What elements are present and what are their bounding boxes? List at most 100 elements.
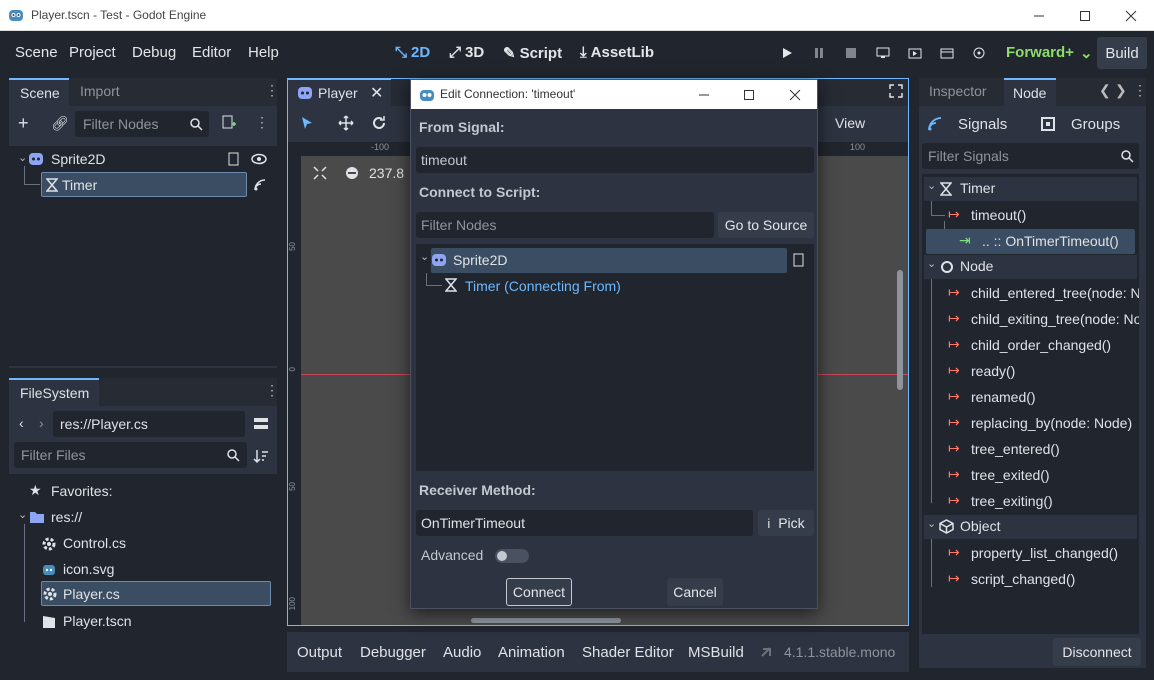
- renderer-selector[interactable]: Forward+ ⌄: [1006, 44, 1093, 62]
- vertical-scrollbar[interactable]: [897, 270, 903, 390]
- filter-signals-input[interactable]: Filter Signals: [922, 143, 1139, 169]
- tab-scene[interactable]: Scene: [9, 78, 69, 106]
- zoom-out-icon[interactable]: [345, 166, 359, 180]
- dialog-node-sprite2d[interactable]: Sprite2D: [431, 248, 787, 273]
- file-player-tscn[interactable]: Player.tscn: [63, 613, 131, 629]
- filter-files-input[interactable]: Filter Files: [14, 442, 247, 468]
- signal-replacing-by[interactable]: replacing_by(node: Node): [971, 415, 1132, 431]
- forward-arrow-icon[interactable]: ›: [39, 415, 44, 431]
- remote-debug-button[interactable]: [872, 42, 894, 64]
- dock-menu-icon[interactable]: ⋮: [265, 82, 279, 99]
- signal-child-exiting-tree[interactable]: child_exiting_tree(node: Node): [971, 311, 1139, 327]
- file-control-cs[interactable]: Control.cs: [63, 535, 126, 551]
- menu-help[interactable]: Help: [248, 44, 279, 61]
- tab-msbuild[interactable]: MSBuild: [688, 644, 744, 661]
- visibility-eye-icon[interactable]: [251, 152, 267, 166]
- scene-filter-input[interactable]: Filter Nodes: [75, 111, 209, 137]
- favorites-label[interactable]: Favorites:: [51, 483, 112, 499]
- signal-tree-entered[interactable]: tree_entered(): [971, 441, 1060, 457]
- go-to-source-button[interactable]: Go to Source: [718, 212, 814, 238]
- signals-connected-icon[interactable]: [253, 178, 267, 192]
- collapse-arrow-icon[interactable]: ⌄: [18, 508, 27, 521]
- move-tool-icon[interactable]: [338, 115, 354, 131]
- view-menu-button[interactable]: View: [827, 111, 875, 137]
- tab-debugger[interactable]: Debugger: [360, 644, 426, 661]
- tree-node-sprite2d[interactable]: Sprite2D: [51, 151, 105, 167]
- link-icon[interactable]: 🔗︎: [51, 115, 69, 132]
- scene-tab-player[interactable]: Player ✕: [287, 78, 391, 106]
- signal-field[interactable]: timeout: [416, 147, 814, 173]
- signals-subtab[interactable]: Signals: [924, 111, 1024, 137]
- horizontal-scrollbar[interactable]: [471, 618, 621, 623]
- center-view-icon[interactable]: [313, 166, 327, 180]
- play-custom-scene-button[interactable]: [936, 42, 958, 64]
- attach-script-icon[interactable]: [221, 115, 237, 131]
- class-header-object[interactable]: ⌄ Object: [924, 515, 1137, 539]
- add-node-button[interactable]: +: [18, 113, 29, 134]
- dock-menu-icon[interactable]: ⋮: [265, 382, 279, 399]
- menu-scene[interactable]: Scene: [15, 44, 58, 61]
- tab-animation[interactable]: Animation: [498, 644, 565, 661]
- path-field[interactable]: res://Player.cs: [53, 411, 245, 437]
- chevron-right-icon[interactable]: ❯: [1115, 82, 1127, 99]
- file-icon-svg[interactable]: icon.svg: [63, 561, 114, 577]
- sort-icon[interactable]: [253, 448, 269, 464]
- class-header-timer[interactable]: ⌄ Timer: [924, 177, 1137, 201]
- dialog-close-button[interactable]: [772, 80, 818, 109]
- workspace-2d[interactable]: ⤡ 2D: [395, 44, 430, 61]
- dialog-node-timer[interactable]: Timer (Connecting From): [465, 278, 621, 294]
- cancel-button[interactable]: Cancel: [667, 578, 723, 606]
- receiver-method-input[interactable]: OnTimerTimeout: [416, 510, 753, 536]
- tab-import[interactable]: Import: [80, 83, 120, 99]
- zoom-level[interactable]: 237.8: [369, 165, 404, 181]
- tab-audio[interactable]: Audio: [443, 644, 481, 661]
- workspace-assetlib[interactable]: ⤓ AssetLib: [580, 44, 654, 61]
- close-window-button[interactable]: [1108, 0, 1154, 31]
- signal-tree-exiting[interactable]: tree_exiting(): [971, 493, 1053, 509]
- disconnect-button[interactable]: Disconnect: [1053, 638, 1141, 666]
- play-scene-button[interactable]: [904, 42, 926, 64]
- advanced-toggle[interactable]: [495, 549, 529, 563]
- tab-filesystem[interactable]: FileSystem: [9, 378, 99, 406]
- play-button[interactable]: [776, 42, 798, 64]
- minimize-button[interactable]: [1016, 0, 1062, 31]
- pause-button[interactable]: [808, 42, 830, 64]
- distraction-free-icon[interactable]: [889, 84, 903, 98]
- menu-debug[interactable]: Debug: [132, 44, 176, 61]
- menu-editor[interactable]: Editor: [192, 44, 231, 61]
- groups-subtab[interactable]: Groups: [1037, 111, 1137, 137]
- signal-child-entered-tree[interactable]: child_entered_tree(node: Node): [971, 285, 1139, 301]
- select-tool-icon[interactable]: [300, 116, 314, 130]
- signal-child-order-changed[interactable]: child_order_changed(): [971, 337, 1111, 353]
- movie-maker-button[interactable]: [968, 42, 990, 64]
- menu-project[interactable]: Project: [69, 44, 116, 61]
- signal-tree-exited[interactable]: tree_exited(): [971, 467, 1050, 483]
- tree-node-timer[interactable]: Timer: [41, 172, 247, 197]
- workspace-script[interactable]: ✎ Script: [503, 44, 562, 63]
- tab-node[interactable]: Node: [1004, 78, 1056, 106]
- res-root-folder[interactable]: res://: [51, 509, 82, 525]
- collapse-arrow-icon[interactable]: ⌄: [420, 250, 429, 263]
- file-player-cs[interactable]: Player.cs: [41, 581, 271, 606]
- tab-inspector[interactable]: Inspector: [929, 83, 987, 99]
- dialog-maximize-button[interactable]: [726, 80, 772, 109]
- connect-button[interactable]: Connect: [506, 578, 572, 606]
- chevron-left-icon[interactable]: ❮: [1099, 82, 1111, 99]
- stop-button[interactable]: [840, 42, 862, 64]
- signal-script-changed[interactable]: script_changed(): [971, 571, 1075, 587]
- script-attached-icon[interactable]: [227, 152, 241, 166]
- pick-button[interactable]: i Pick: [758, 510, 814, 536]
- maximize-button[interactable]: [1062, 0, 1108, 31]
- collapse-arrow-icon[interactable]: ⌄: [18, 151, 27, 164]
- signal-ready[interactable]: ready(): [971, 363, 1015, 379]
- signal-renamed[interactable]: renamed(): [971, 389, 1036, 405]
- dock-menu-icon[interactable]: ⋮: [1133, 82, 1147, 99]
- workspace-3d[interactable]: ⤢ 3D: [449, 44, 484, 61]
- scene-more-icon[interactable]: ⋮: [255, 114, 269, 131]
- layout-toggle-icon[interactable]: [253, 416, 269, 432]
- back-arrow-icon[interactable]: ‹: [19, 415, 24, 431]
- tab-output[interactable]: Output: [297, 644, 342, 661]
- build-button[interactable]: Build: [1097, 37, 1147, 69]
- signal-property-list-changed[interactable]: property_list_changed(): [971, 545, 1118, 561]
- dialog-minimize-button[interactable]: [681, 80, 727, 109]
